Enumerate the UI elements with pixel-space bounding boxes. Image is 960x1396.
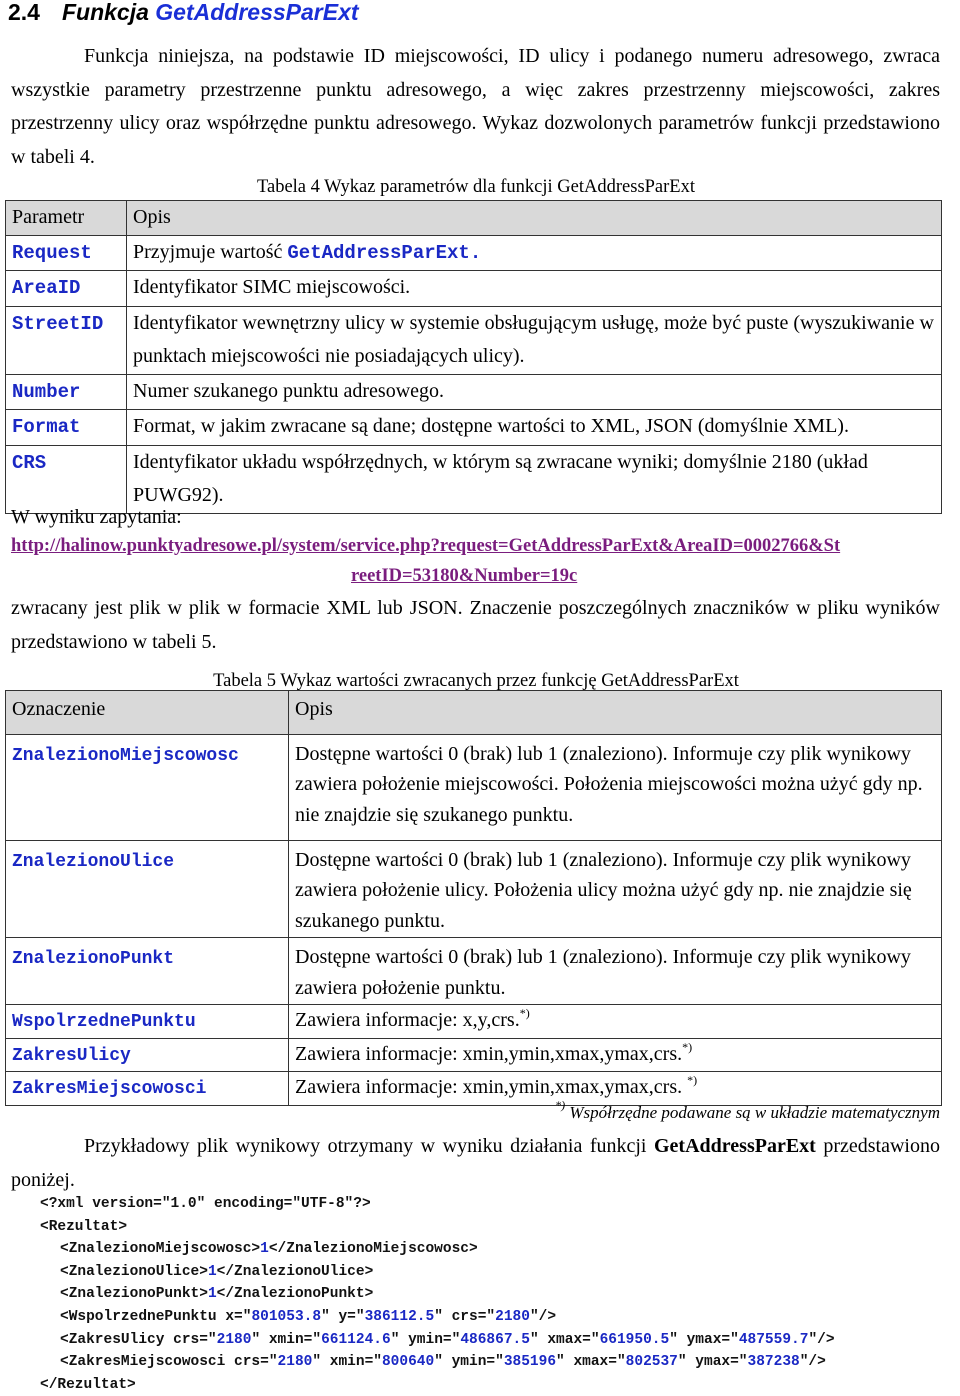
section-heading: 2.4 Funkcja GetAddressParExt bbox=[8, 0, 359, 26]
value-desc: Dostępne wartości 0 (brak) lub 1 (znalez… bbox=[288, 733, 942, 841]
param-name: AreaID bbox=[12, 277, 81, 299]
param-name: CRS bbox=[12, 451, 47, 474]
footnote-mark: *) bbox=[519, 1006, 530, 1020]
param-desc: Format, w jakim zwracane są dane; dostęp… bbox=[126, 409, 942, 446]
value-name: ZakresMiejscowosci bbox=[12, 1079, 207, 1099]
table-row: Request Przyjmuje wartość GetAddressParE… bbox=[5, 234, 942, 271]
table-row: AreaID Identyfikator SIMC miejscowości. bbox=[5, 270, 942, 307]
xml-line-zakres-ulicy: <ZakresUlicy crs="2180" xmin="661124.6" … bbox=[60, 1331, 835, 1348]
value-name: ZnalezionoPunkt bbox=[12, 949, 175, 969]
footnote-mark: *) bbox=[682, 1039, 693, 1054]
param-name: Number bbox=[12, 380, 81, 403]
header-cell-oznaczenie: Oznaczenie bbox=[5, 690, 289, 735]
xml-example: <?xml version="1.0" encoding="UTF-8"?> <R… bbox=[40, 1193, 835, 1396]
table5-caption: Tabela 5 Wykaz wartości zwracanych przez… bbox=[213, 671, 739, 691]
param-desc: Numer szukanego punktu adresowego. bbox=[126, 373, 942, 410]
param-desc: Identyfikator SIMC miejscowości. bbox=[126, 270, 942, 307]
xml-line-zakres-miejscowosci: <ZakresMiejscowosci crs="2180" xmin="800… bbox=[60, 1354, 826, 1371]
footnote-mark: *) bbox=[555, 1098, 566, 1112]
value-name: ZakresUlicy bbox=[12, 1045, 131, 1066]
value-desc: Dostępne wartości 0 (brak) lub 1 (znalez… bbox=[288, 839, 942, 938]
header-cell-opis: Opis bbox=[126, 200, 942, 236]
section-prefix: Funkcja bbox=[61, 0, 149, 25]
footnote-text: Współrzędne podawane są w układzie matem… bbox=[565, 1103, 940, 1122]
section-number: 2.4 bbox=[8, 0, 40, 25]
footnote: *) Współrzędne podawane są w układzie ma… bbox=[555, 1099, 940, 1123]
table-row: ZnalezionoPunkt Dostępne wartości 0 (bra… bbox=[5, 937, 942, 1005]
value-name: ZnalezionoUlice bbox=[12, 851, 175, 872]
xml-root-open: <Rezultat> bbox=[40, 1218, 128, 1235]
table-row: ZnalezionoMiejscowosc Dostępne wartości … bbox=[5, 733, 942, 841]
table-row: Number Numer szukanego punktu adresowego… bbox=[5, 373, 942, 410]
xml-line-znaleziono-punkt: <ZnalezionoPunkt>1</ZnalezionoPunkt> bbox=[60, 1286, 374, 1303]
value-name: ZnalezionoMiejscowosc bbox=[12, 745, 239, 766]
param-name: StreetID bbox=[12, 312, 104, 335]
value-name: WspolrzednePunktu bbox=[12, 1012, 196, 1032]
value-desc: Zawiera informacje: x,y,crs. bbox=[295, 1009, 520, 1031]
value-desc: Zawiera informacje: xmin,ymin,xmax,ymax,… bbox=[295, 1042, 683, 1065]
query-url-link[interactable]: http://halinow.punktyadresowe.pl/system/… bbox=[11, 536, 840, 557]
table-header-row: Parametr Opis bbox=[5, 200, 942, 236]
table-row: Format Format, w jakim zwracane są dane;… bbox=[5, 409, 942, 446]
intro-paragraph: Funkcja niniejsza, na podstawie ID miejs… bbox=[11, 45, 940, 168]
example-paragraph: Przykładowy plik wynikowy otrzymany w wy… bbox=[11, 1130, 940, 1197]
param-name: Format bbox=[12, 416, 81, 438]
table-header-row: Oznaczenie Opis bbox=[5, 690, 942, 735]
query-label: W wyniku zapytania: bbox=[11, 506, 182, 528]
xml-line-wspolrzedne-punktu: <WspolrzednePunktu x="801053.8" y="38611… bbox=[60, 1308, 557, 1325]
header-cell-opis: Opis bbox=[288, 690, 942, 735]
table-row: ZakresMiejscowosci Zawiera informacje: x… bbox=[5, 1071, 942, 1106]
table-row: ZnalezionoUlice Dostępne wartości 0 (bra… bbox=[5, 839, 942, 938]
value-desc: Dostępne wartości 0 (brak) lub 1 (znalez… bbox=[288, 937, 942, 1005]
footnote-mark: *) bbox=[687, 1073, 698, 1087]
parameters-table: Parametr Opis Request Przyjmuje wartość … bbox=[5, 200, 942, 514]
param-desc: Przyjmuje wartość bbox=[133, 240, 288, 263]
table-row: StreetID Identyfikator wewnętrzny ulicy … bbox=[5, 305, 942, 375]
section-function-name: GetAddressParExt bbox=[155, 0, 359, 25]
param-desc: Identyfikator wewnętrzny ulicy w systemi… bbox=[126, 305, 942, 375]
xml-line-znaleziono-miejscowosc: <ZnalezionoMiejscowosc>1</ZnalezionoMiej… bbox=[60, 1241, 478, 1258]
example-text: Przykładowy plik wynikowy otrzymany w wy… bbox=[84, 1135, 654, 1157]
param-name: Request bbox=[12, 241, 92, 264]
result-paragraph: zwracany jest plik w plik w formacie XML… bbox=[11, 597, 940, 653]
header-cell-parametr: Parametr bbox=[5, 200, 127, 236]
table-row: WspolrzednePunktu Zawiera informacje: x,… bbox=[5, 1004, 942, 1039]
example-function-name: GetAddressParExt bbox=[654, 1135, 816, 1157]
xml-declaration: <?xml version="1.0" encoding="UTF-8"?> bbox=[40, 1196, 371, 1212]
return-values-table: Oznaczenie Opis ZnalezionoMiejscowosc Do… bbox=[5, 690, 942, 1106]
param-desc-code: GetAddressParExt. bbox=[287, 241, 482, 264]
xml-line-znaleziono-ulice: <ZnalezionoUlice>1</ZnalezionoUlice> bbox=[60, 1263, 374, 1280]
table-row: ZakresUlicy Zawiera informacje: xmin,ymi… bbox=[5, 1037, 942, 1072]
table4-caption: Tabela 4 Wykaz parametrów dla funkcji Ge… bbox=[256, 177, 695, 197]
query-url-link-continued[interactable]: reetID=53180&Number=19c bbox=[351, 566, 577, 587]
value-desc: Zawiera informacje: xmin,ymin,xmax,ymax,… bbox=[295, 1076, 688, 1098]
